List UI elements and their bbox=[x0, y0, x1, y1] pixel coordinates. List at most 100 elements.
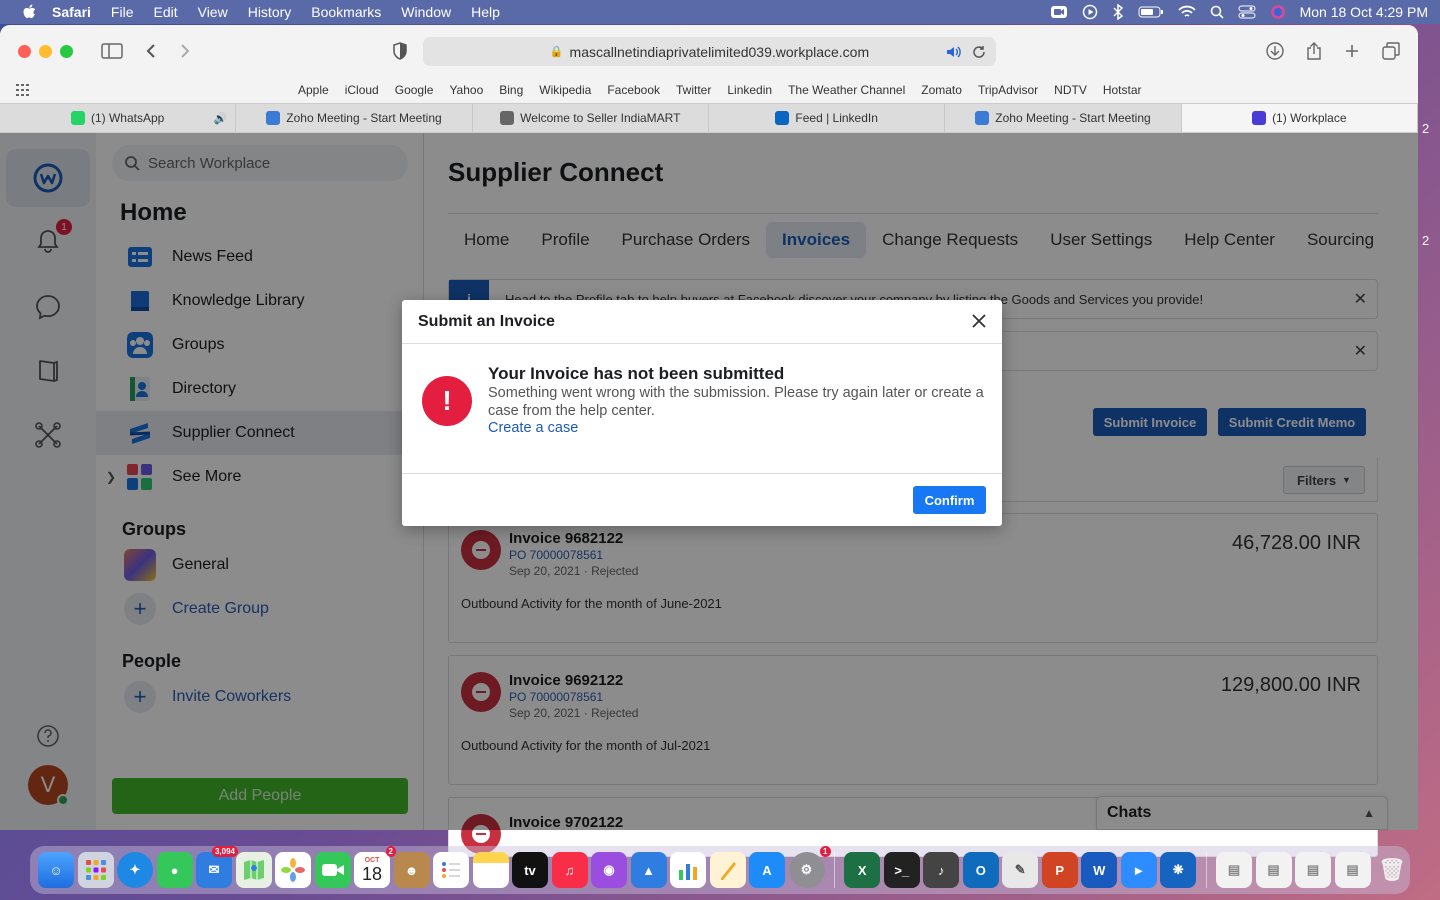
menu-help[interactable]: Help bbox=[471, 4, 500, 20]
tab-label: (1) WhatsApp bbox=[90, 111, 165, 125]
menu-edit[interactable]: Edit bbox=[153, 4, 177, 20]
confirm-button[interactable]: Confirm bbox=[913, 486, 986, 514]
menu-window[interactable]: Window bbox=[401, 4, 451, 20]
pages-icon[interactable] bbox=[709, 852, 746, 888]
share-icon[interactable] bbox=[1306, 42, 1322, 60]
spotlight-search-icon[interactable] bbox=[1210, 5, 1224, 19]
speaker-icon[interactable]: 🔊 bbox=[214, 112, 228, 125]
favorite-link[interactable]: Zomato bbox=[921, 83, 962, 97]
favorite-link[interactable]: Google bbox=[395, 83, 434, 97]
finder-icon[interactable]: ☺ bbox=[38, 852, 74, 888]
menu-view[interactable]: View bbox=[198, 4, 228, 20]
linkedin-icon bbox=[775, 111, 790, 125]
trash-icon[interactable]: 🗑 bbox=[1374, 852, 1410, 888]
control-center-icon[interactable] bbox=[1238, 5, 1256, 19]
launchpad-icon[interactable] bbox=[77, 852, 114, 888]
favorite-link[interactable]: Linkedin bbox=[727, 83, 772, 97]
address-text[interactable]: mascallnetindiaprivatelimited039.workpla… bbox=[570, 44, 870, 60]
sidebar-toggle-icon[interactable] bbox=[101, 43, 123, 59]
garageband-icon[interactable]: ♪ bbox=[923, 852, 960, 888]
menu-file[interactable]: File bbox=[111, 4, 134, 20]
mail-icon[interactable]: ✉ 3,094 bbox=[196, 846, 238, 888]
audio-playing-icon[interactable] bbox=[946, 45, 962, 59]
document-stack-icon[interactable]: ▤ bbox=[1216, 852, 1252, 888]
favorite-link[interactable]: Hotstar bbox=[1103, 83, 1142, 97]
favorite-link[interactable]: Wikipedia bbox=[539, 83, 591, 97]
battery-icon[interactable] bbox=[1138, 5, 1164, 19]
word-icon[interactable]: W bbox=[1081, 852, 1118, 888]
create-case-link[interactable]: Create a case bbox=[488, 420, 578, 436]
folder-stack-icon[interactable]: ▤ bbox=[1334, 852, 1371, 888]
facetime-icon[interactable] bbox=[314, 852, 351, 888]
script-editor-icon[interactable]: ✎ bbox=[1002, 852, 1039, 888]
reminders-icon[interactable] bbox=[433, 852, 469, 888]
play-status-icon[interactable] bbox=[1082, 4, 1098, 20]
browser-tab[interactable]: Zoho Meeting - Start Meeting bbox=[236, 104, 473, 132]
notes-icon[interactable] bbox=[472, 852, 509, 888]
browser-tab[interactable]: Feed | LinkedIn bbox=[709, 104, 946, 132]
powerpoint-icon[interactable]: P bbox=[1041, 852, 1078, 888]
messages-icon[interactable]: ● bbox=[156, 852, 193, 888]
menu-bookmarks[interactable]: Bookmarks bbox=[311, 4, 381, 20]
downloads-stack-icon[interactable]: ▤ bbox=[1295, 852, 1331, 888]
menu-history[interactable]: History bbox=[248, 4, 292, 20]
close-window-button[interactable] bbox=[18, 44, 31, 58]
tab-label: (1) Workplace bbox=[1272, 111, 1347, 125]
music-icon[interactable]: ♫ bbox=[551, 852, 588, 888]
favorites-grid-icon[interactable] bbox=[16, 84, 30, 96]
minimize-window-button[interactable] bbox=[39, 44, 52, 58]
browser-tab[interactable]: (1) Workplace bbox=[1181, 104, 1418, 132]
fullscreen-window-button[interactable] bbox=[60, 44, 73, 58]
maps-icon[interactable] bbox=[235, 852, 272, 888]
apple-tv-icon[interactable]: tv bbox=[512, 852, 548, 888]
favorite-link[interactable]: Facebook bbox=[607, 83, 660, 97]
favorite-link[interactable]: Yahoo bbox=[449, 83, 483, 97]
favorite-link[interactable]: Bing bbox=[499, 83, 523, 97]
favorite-link[interactable]: Apple bbox=[298, 83, 329, 97]
zoho-meeting-icon[interactable]: ❋ bbox=[1160, 852, 1197, 888]
tab-label: Zoho Meeting - Start Meeting bbox=[995, 111, 1151, 125]
menu-app-name[interactable]: Safari bbox=[52, 4, 91, 20]
menubar-datetime[interactable]: Mon 18 Oct 4:29 PM bbox=[1300, 4, 1428, 20]
contacts-icon[interactable]: ☻ bbox=[393, 852, 430, 888]
workplace-icon bbox=[1252, 111, 1267, 125]
apple-menu-icon[interactable] bbox=[22, 4, 36, 20]
keynote-icon[interactable]: ▲ bbox=[630, 852, 667, 888]
terminal-icon[interactable]: >_ bbox=[883, 852, 920, 888]
app-store-icon[interactable]: A bbox=[749, 852, 785, 888]
browser-tab[interactable]: Zoho Meeting - Start Meeting bbox=[945, 104, 1182, 132]
excel-icon[interactable]: X bbox=[844, 852, 881, 888]
outlook-icon[interactable]: O bbox=[962, 852, 999, 888]
numbers-icon[interactable] bbox=[670, 852, 706, 888]
new-tab-icon[interactable] bbox=[1344, 42, 1360, 60]
workplace-page: 1 V Search Workplace Home News Feed Know… bbox=[0, 133, 1418, 857]
zoom-status-icon[interactable] bbox=[1050, 4, 1068, 20]
forward-icon[interactable] bbox=[179, 43, 191, 59]
favorite-link[interactable]: Twitter bbox=[676, 83, 711, 97]
tab-overview-icon[interactable] bbox=[1382, 42, 1400, 60]
favorite-link[interactable]: The Weather Channel bbox=[788, 83, 905, 97]
browser-tab[interactable]: Welcome to Seller IndiaMART bbox=[473, 104, 709, 132]
address-bar[interactable]: 🔒 mascallnetindiaprivatelimited039.workp… bbox=[423, 37, 996, 66]
favorite-link[interactable]: iCloud bbox=[345, 83, 379, 97]
privacy-shield-icon[interactable] bbox=[392, 42, 408, 60]
zoho-icon bbox=[266, 111, 281, 125]
podcasts-icon[interactable]: ◉ bbox=[591, 852, 627, 888]
wifi-icon[interactable] bbox=[1177, 5, 1196, 19]
favorite-link[interactable]: NDTV bbox=[1054, 83, 1087, 97]
zoom-icon[interactable]: ► bbox=[1120, 852, 1157, 888]
favorite-link[interactable]: TripAdvisor bbox=[978, 83, 1038, 97]
bluetooth-icon[interactable] bbox=[1112, 4, 1124, 20]
zoho-icon bbox=[975, 111, 990, 125]
close-icon[interactable] bbox=[968, 310, 990, 332]
system-preferences-icon[interactable]: ⚙ 1 bbox=[788, 846, 831, 888]
reload-icon[interactable] bbox=[972, 45, 986, 59]
back-icon[interactable] bbox=[145, 43, 157, 59]
screenshot-stack-icon[interactable]: ▤ bbox=[1255, 852, 1292, 888]
siri-icon[interactable] bbox=[1270, 4, 1286, 20]
browser-tab[interactable]: (1) WhatsApp 🔊 bbox=[0, 104, 237, 132]
photos-icon[interactable] bbox=[275, 852, 311, 888]
safari-icon[interactable]: ✦ bbox=[117, 852, 153, 888]
calendar-icon[interactable]: OCT 18 2 bbox=[354, 846, 396, 888]
downloads-icon[interactable] bbox=[1266, 42, 1284, 60]
